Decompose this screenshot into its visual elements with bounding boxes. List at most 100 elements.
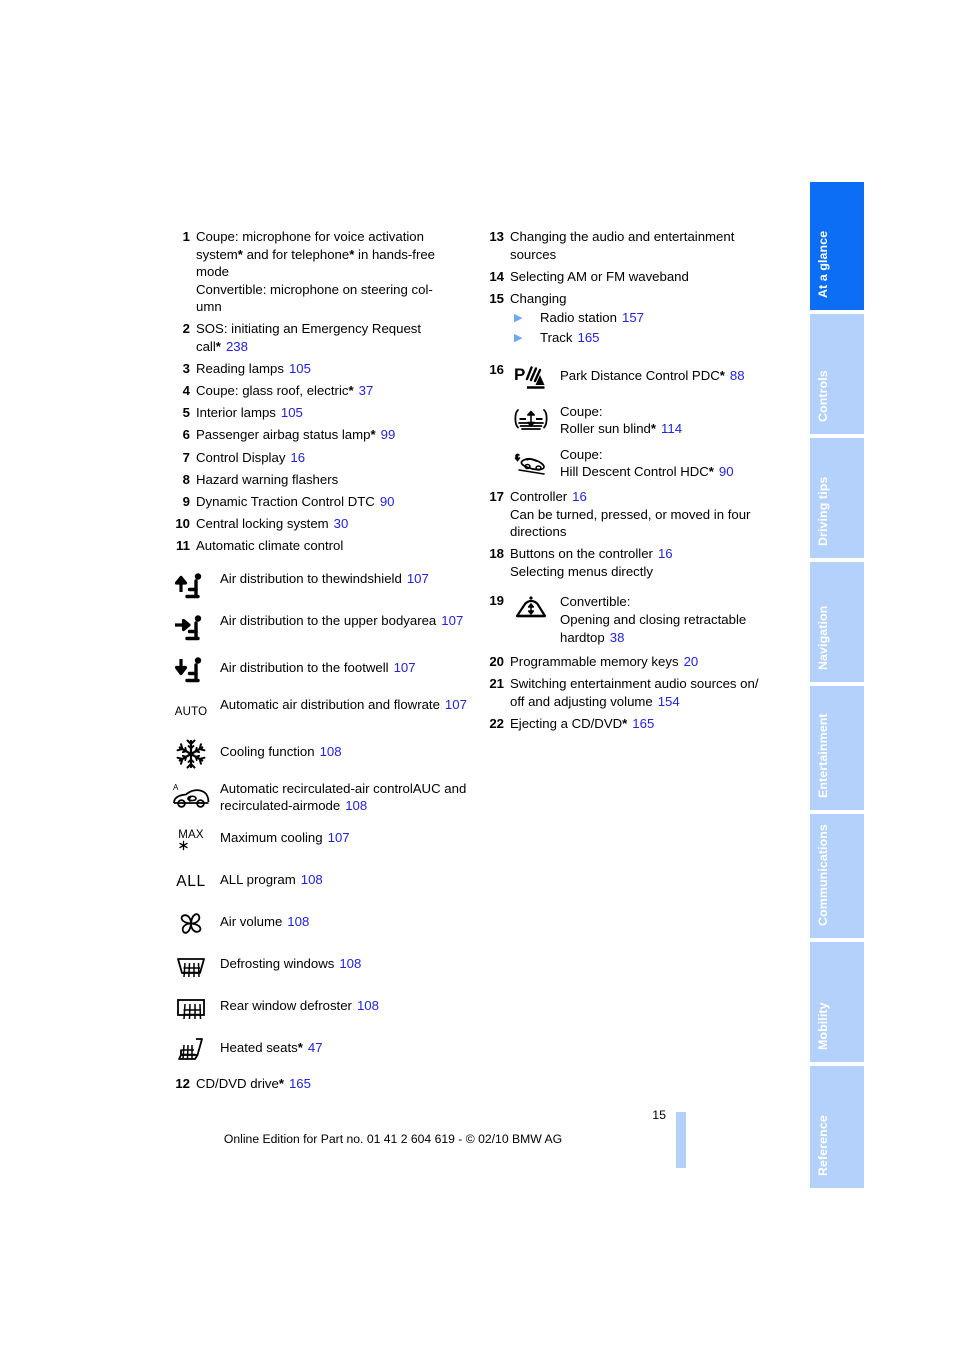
page-reference[interactable]: 88 [730, 368, 745, 383]
register-tab-driving-tips[interactable]: Driving tips [810, 438, 864, 558]
page-reference[interactable]: 105 [281, 405, 303, 420]
icon-caption: Automatic recirculated-air controlAUC an… [220, 779, 473, 815]
right-column: 13 Changing the audio and entertainment so… [482, 228, 787, 737]
page-reference[interactable]: 165 [632, 716, 654, 731]
entry-line: Dynamic Traction Control DTC 90 [196, 493, 395, 509]
manual-entry: 14 Selecting AM or FM waveband [482, 268, 787, 286]
icon-entry: AUTO Automatic air distribution and flowr… [168, 695, 473, 729]
page-reference[interactable]: 114 [661, 421, 682, 436]
register-tab-at-a-glance[interactable]: At a glance [810, 182, 864, 310]
entry-body: Changing the audio and entertainment sour… [510, 228, 787, 263]
page-reference[interactable]: 108 [287, 914, 309, 929]
page-reference[interactable]: 107 [407, 571, 429, 586]
entry-line: Coupe: glass roof, electric* 37 [196, 383, 374, 399]
rear-window-defroster-icon [168, 991, 214, 1025]
register-tab-label: Navigation [816, 605, 830, 670]
manual-entry: 17 Controller 16 Can be turned, pressed, or… [482, 488, 787, 541]
entry-line: Automatic air distribution and flow [220, 696, 418, 712]
left-column: 1 Coupe: microphone for voice activation s… [168, 228, 473, 1097]
page-reference[interactable]: 108 [301, 872, 323, 887]
page-reference[interactable]: 30 [334, 516, 349, 531]
option-asterisk: * [297, 1039, 303, 1055]
manual-entry: 10 Central locking system 30 [168, 515, 473, 533]
entry-line: mode 108 [307, 798, 368, 814]
page-reference[interactable]: 20 [684, 654, 699, 669]
register-tab-entertainment[interactable]: Entertainment [810, 686, 864, 810]
register-tab-navigation[interactable]: Navigation [810, 562, 864, 682]
entry-number: 14 [489, 268, 504, 284]
entry-line: area 107 [409, 612, 464, 628]
page-reference[interactable]: 16 [290, 450, 305, 465]
entry-number: 11 [176, 537, 190, 553]
entry-line: Rear window defroster 108 [220, 997, 379, 1013]
page-reference[interactable]: 107 [328, 830, 350, 845]
page-reference[interactable]: 107 [394, 660, 416, 675]
page-reference[interactable]: 90 [719, 464, 734, 479]
page-reference[interactable]: 90 [380, 494, 395, 509]
manual-entry: 8 Hazard warning flashers [168, 471, 473, 489]
page-reference[interactable]: 108 [345, 798, 367, 813]
page-reference[interactable]: 107 [445, 697, 467, 712]
page-reference[interactable]: 16 [572, 489, 587, 504]
entry-number: 3 [182, 361, 190, 377]
page-reference[interactable]: 165 [289, 1076, 311, 1091]
icon-caption: Cooling function 108 [220, 737, 473, 761]
page-reference[interactable]: 99 [381, 427, 396, 442]
page-reference[interactable]: 108 [357, 998, 379, 1013]
page-number: 15 [652, 1108, 666, 1122]
entry-line: Coupe: [560, 446, 603, 462]
page-reference[interactable]: 154 [658, 694, 680, 709]
entry-body: Automatic climate control [196, 537, 473, 555]
page-reference[interactable]: 38 [610, 630, 625, 645]
manual-entry: 5 Interior lamps 105 [168, 404, 473, 422]
page-reference[interactable]: 108 [320, 744, 342, 759]
entry-line: Programmable memory keys 20 [510, 654, 699, 670]
manual-entry: 21 Switching entertainment audio sources … [482, 675, 787, 710]
sub-entry: ▶ Radio station 157 [514, 310, 644, 326]
register-tab-mobility[interactable]: Mobility [810, 942, 864, 1062]
page-reference[interactable]: 16 [658, 546, 673, 561]
entry-line: umn [196, 299, 222, 315]
snowflake-cooling-icon [168, 737, 214, 771]
page-reference[interactable]: 107 [441, 613, 463, 628]
manual-entry: 11 Automatic climate control [168, 537, 473, 555]
page-reference[interactable]: 105 [289, 361, 311, 376]
icon-entry: MAX Maximum cooling 107 [168, 823, 473, 857]
icon-caption: Air distribution to the upper bodyarea 10… [220, 611, 473, 630]
icon-caption: Heated seats* 47 [220, 1033, 473, 1057]
icon-entry: Heated seats* 47 [168, 1033, 473, 1067]
register-tab-controls[interactable]: Controls [810, 314, 864, 434]
entry-line: Air distribution to the footwell 107 [220, 659, 416, 675]
heated-seats-icon [168, 1033, 214, 1067]
entry-body: SOS: initiating an Emergency Request call… [196, 320, 473, 355]
entry-line: Switching entertainment audio sources on… [510, 676, 759, 692]
triangle-bullet-icon: ▶ [514, 312, 523, 325]
icon-entry: Cooling function 108 [168, 737, 473, 771]
option-asterisk: * [370, 427, 376, 443]
manual-entry: 2 SOS: initiating an Emergency Request cal… [168, 320, 473, 355]
retractable-hardtop-icon [508, 592, 554, 626]
triangle-bullet-icon: ▶ [514, 331, 523, 344]
entry-number: 6 [182, 427, 190, 443]
register-tab-label: Mobility [816, 1002, 830, 1050]
page-reference[interactable]: 238 [226, 339, 248, 354]
entry-line: sources [510, 246, 557, 262]
register-tab-reference[interactable]: Reference [810, 1066, 864, 1188]
page-reference[interactable]: 165 [577, 330, 599, 345]
entry-line: Automatic recirculated-air control [220, 780, 413, 796]
icon-entry: Air distribution to thewindshield 107 [168, 569, 473, 603]
entry-number: 2 [182, 321, 190, 337]
register-tab-communications[interactable]: Communications [810, 814, 864, 938]
entry-line: Buttons on the controller 16 [510, 546, 673, 562]
page-reference[interactable]: 157 [622, 310, 644, 325]
entry-number: 13 [489, 229, 504, 244]
park-distance-control-icon: P [508, 361, 554, 395]
page-reference[interactable]: 37 [359, 383, 374, 398]
manual-entry: 4 Coupe: glass roof, electric* 37 [168, 382, 473, 400]
page-reference[interactable]: 47 [308, 1040, 323, 1055]
entry-body: Changing ▶ Radio station 157 ▶ Track 165 [510, 290, 787, 347]
icon-entry: ALL ALL program 108 [168, 865, 473, 899]
entry-number: 21 [489, 676, 504, 692]
entry-body: Selecting AM or FM waveband [510, 268, 787, 286]
page-reference[interactable]: 108 [339, 956, 361, 971]
